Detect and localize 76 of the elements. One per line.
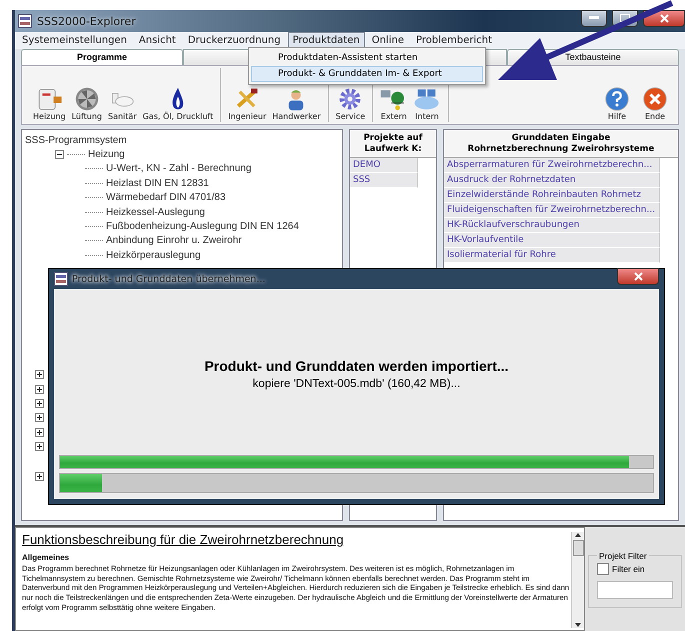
data-item[interactable]: Einzelwiderstände Rohreinbauten Rohrnetz (444, 188, 660, 204)
data-item[interactable]: Absperrarmaturen für Zweirohrnetzberechn... (444, 158, 660, 174)
scroll-up-icon[interactable] (574, 532, 582, 538)
data-item[interactable]: Isoliermaterial für Rohre (444, 248, 660, 264)
toolbar-button[interactable]: Ingenieur (227, 87, 268, 122)
tab[interactable]: Programme (21, 49, 183, 65)
computers-icon (413, 87, 441, 111)
tree-expander-icon[interactable] (35, 398, 44, 408)
scroll-thumb[interactable] (572, 540, 584, 556)
toolbar-button[interactable]: Heizung (32, 87, 67, 122)
toolbar-button[interactable]: Extern (379, 87, 408, 122)
tree-item[interactable]: Heizung (88, 149, 125, 160)
menu-item[interactable]: Ansicht (134, 32, 181, 49)
tree-item[interactable]: Fußbodenheizung-Auslegung DIN EN 1264 (106, 221, 299, 232)
menu-item[interactable]: Produkt- & Grunddaten Im- & Export (251, 66, 483, 82)
close-icon (643, 87, 667, 111)
tree-expander-icon[interactable] (55, 150, 64, 160)
close-icon (660, 14, 668, 22)
toolbar-button[interactable]: Sanitär (107, 87, 138, 122)
minimize-button[interactable] (581, 10, 607, 26)
menu-item[interactable]: Online (366, 32, 409, 49)
status-detail: kopiere 'DNText-005.mdb' (160,42 MB)... (252, 378, 460, 390)
toolbar-button[interactable]: Lüftung (70, 87, 103, 122)
description-title: Funktionsbeschreibung für die Zweirohrnetzberechnung (22, 532, 345, 547)
app-icon (54, 272, 68, 286)
menu-item[interactable]: Produktdaten-Assistent starten (251, 50, 483, 66)
tree-expander-icon[interactable] (35, 370, 44, 380)
tree-item[interactable]: Heizlast DIN EN 12831 (106, 178, 209, 189)
data-item[interactable]: HK-Rücklaufverschraubungen (444, 218, 660, 234)
checkbox[interactable] (597, 562, 609, 574)
menu-item[interactable]: Problembericht (410, 32, 498, 49)
status-message: Produkt- und Grunddaten werden importiert... (204, 358, 509, 374)
scrollbar[interactable] (571, 532, 584, 628)
group-title: Projekt Filter (598, 550, 648, 560)
close-button[interactable] (617, 268, 659, 284)
tree-item[interactable]: Heizkörperauslegung (106, 250, 201, 261)
project-item[interactable]: SSS (350, 173, 418, 188)
toolbar-button[interactable]: Handwerker (271, 87, 322, 122)
menu-item[interactable]: Druckerzuordnung (182, 32, 286, 49)
toolbar-button[interactable]: Service (334, 87, 366, 122)
close-icon (634, 272, 642, 280)
filter-input[interactable] (597, 580, 673, 598)
tree-item[interactable]: SSS-Programmsystem (25, 134, 127, 146)
toolbar-button[interactable]: Intern (412, 87, 442, 122)
list-header: Grunddaten Eingabe Rohrnetzberechnung Zweirohrsysteme (444, 130, 678, 158)
toolbar-button[interactable]: Hilfe (604, 87, 630, 122)
scroll-down-icon[interactable] (574, 622, 582, 628)
fan-icon (74, 87, 99, 111)
data-item[interactable]: Ausdruck der Rohrnetzdaten (444, 173, 660, 188)
project-item[interactable]: DEMO (350, 158, 418, 174)
tree-item[interactable]: Heizkessel-Auslegung (106, 206, 205, 218)
data-item[interactable]: Fluideigenschaften für Zweirohrnetzberechn... (444, 203, 660, 218)
tree-expander-icon[interactable] (35, 472, 44, 481)
list-header: Projekte auf Laufwerk K: (350, 130, 436, 158)
tree-expander-icon[interactable] (35, 413, 44, 422)
flame-icon (170, 87, 186, 111)
checkbox-label: Filter ein (612, 564, 645, 574)
help-icon (605, 87, 629, 111)
toolbar-button[interactable]: Ende (642, 87, 668, 122)
dialog-title: Produkt- und Grunddaten übernehmen... (72, 274, 266, 284)
tree-expander-icon[interactable] (35, 442, 44, 452)
tree-expander-icon[interactable] (35, 428, 44, 437)
tree-expander-icon[interactable] (35, 384, 44, 394)
tree-item[interactable]: Wärmebedarf DIN 4701/83 (106, 192, 226, 204)
data-item[interactable]: HK-Vorlaufventile (444, 233, 660, 248)
maximize-icon (620, 14, 630, 22)
gear-icon (338, 87, 362, 111)
tree-item[interactable]: Anbindung Einrohr u. Zweirohr (106, 235, 242, 246)
menu-item[interactable]: Systemeinstellungen (17, 32, 132, 49)
section-heading: Allgemeines (22, 553, 70, 562)
app-icon (18, 14, 32, 28)
window-title: SSS2000-Explorer (37, 14, 137, 28)
filter-checkbox[interactable]: Filter ein (597, 562, 673, 574)
toolbar-button[interactable]: Gas, Öl, Druckluft (142, 87, 214, 122)
tree-item[interactable]: U-Wert-, KN - Zahl - Berechnung (106, 163, 252, 174)
minimize-icon (589, 16, 599, 20)
